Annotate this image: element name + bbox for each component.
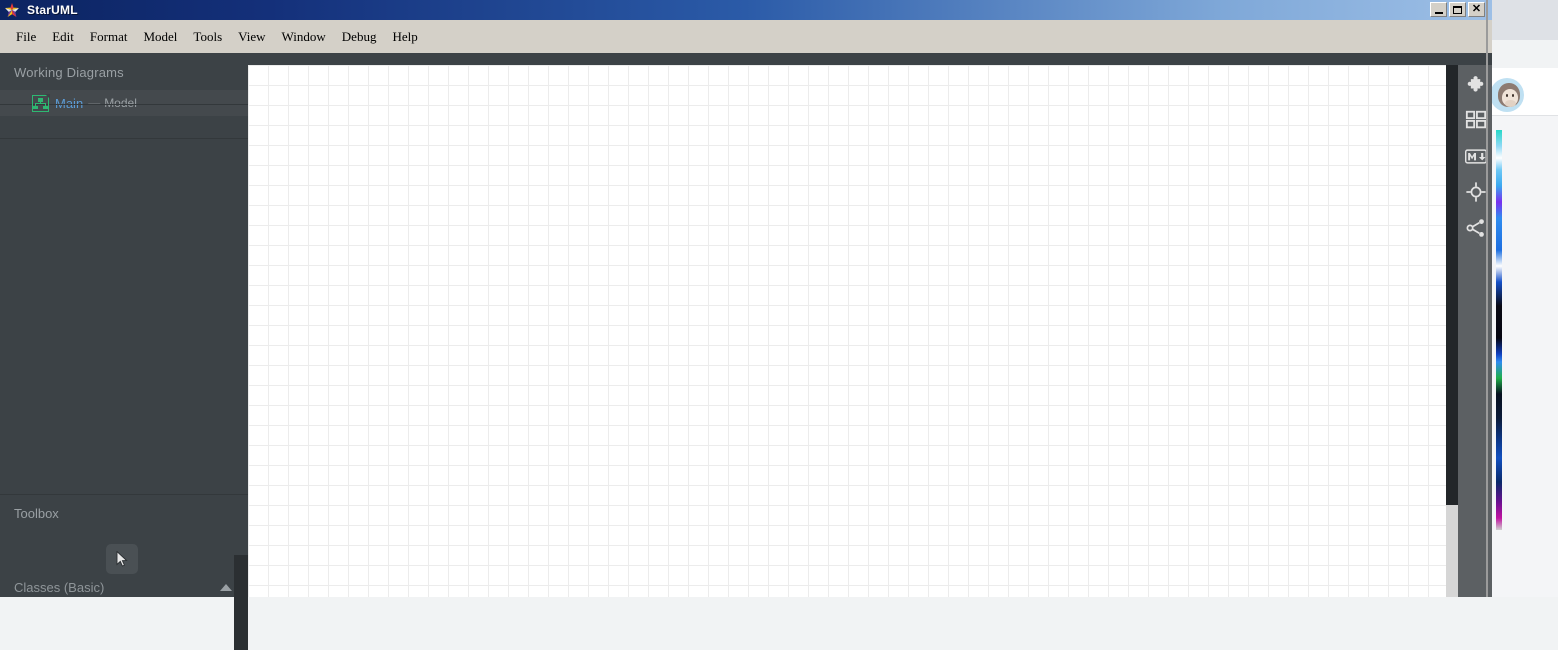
working-diagrams-header: Working Diagrams xyxy=(0,53,248,90)
left-sidebar: Working Diagrams Main — Model Toolbox xyxy=(0,53,248,597)
markdown-icon[interactable] xyxy=(1465,145,1487,167)
select-cursor-icon xyxy=(116,551,128,567)
menu-tools[interactable]: Tools xyxy=(185,26,230,48)
diagram-editor-area xyxy=(248,65,1492,597)
canvas-top-strip xyxy=(248,53,1492,65)
menu-file[interactable]: File xyxy=(8,26,44,48)
app-window-right-edge xyxy=(1486,0,1488,597)
toolbox-header: Toolbox xyxy=(0,496,248,521)
canvas-vertical-scrollbar-thumb[interactable] xyxy=(1446,65,1458,505)
browser-content-divider xyxy=(1488,115,1558,116)
star-icon xyxy=(4,2,20,18)
browser-color-content-strip xyxy=(1496,130,1502,530)
toolbox-panel: Toolbox xyxy=(0,496,248,521)
menu-window[interactable]: Window xyxy=(274,26,334,48)
menu-view[interactable]: View xyxy=(230,26,273,48)
select-tool-button[interactable] xyxy=(106,544,138,574)
diagram-type: Model xyxy=(104,96,137,110)
browser-tab-strip: + xyxy=(1488,0,1558,40)
maximize-button[interactable] xyxy=(1449,2,1466,17)
diagram-name: Main xyxy=(55,96,83,111)
menu-bar: File Edit Format Model Tools View Window… xyxy=(0,20,1492,53)
chevron-up-icon[interactable] xyxy=(220,584,232,591)
divider xyxy=(0,138,248,139)
extension-puzzle-icon[interactable] xyxy=(1465,73,1487,95)
monkey-avatar-icon[interactable] xyxy=(1490,78,1524,112)
menu-help[interactable]: Help xyxy=(384,26,425,48)
panels-grid-icon[interactable] xyxy=(1465,109,1487,131)
menu-model[interactable]: Model xyxy=(135,26,185,48)
diagram-type-separator: — xyxy=(88,96,100,110)
toolbox-top-divider xyxy=(0,494,248,495)
window-controls: ✕ xyxy=(1430,2,1485,17)
menu-edit[interactable]: Edit xyxy=(44,26,82,48)
sidebar-scrollbar[interactable] xyxy=(234,555,248,650)
diagram-document-icon xyxy=(32,95,49,112)
window-title: StarUML xyxy=(27,3,78,17)
menu-debug[interactable]: Debug xyxy=(334,26,385,48)
toolbox-group-label: Classes (Basic) xyxy=(14,580,104,595)
staruml-application-window: StarUML ✕ File Edit Format Model Tools V… xyxy=(0,0,1492,597)
menu-format[interactable]: Format xyxy=(82,26,136,48)
title-bar: StarUML ✕ xyxy=(0,0,1492,20)
share-network-icon[interactable] xyxy=(1465,217,1487,239)
minimize-button[interactable] xyxy=(1430,2,1447,17)
target-crosshair-icon[interactable] xyxy=(1465,181,1487,203)
close-button[interactable]: ✕ xyxy=(1468,2,1485,17)
diagram-canvas[interactable] xyxy=(248,65,1454,597)
working-diagram-item-main[interactable]: Main — Model xyxy=(0,90,248,116)
browser-toolbar xyxy=(1488,40,1558,68)
